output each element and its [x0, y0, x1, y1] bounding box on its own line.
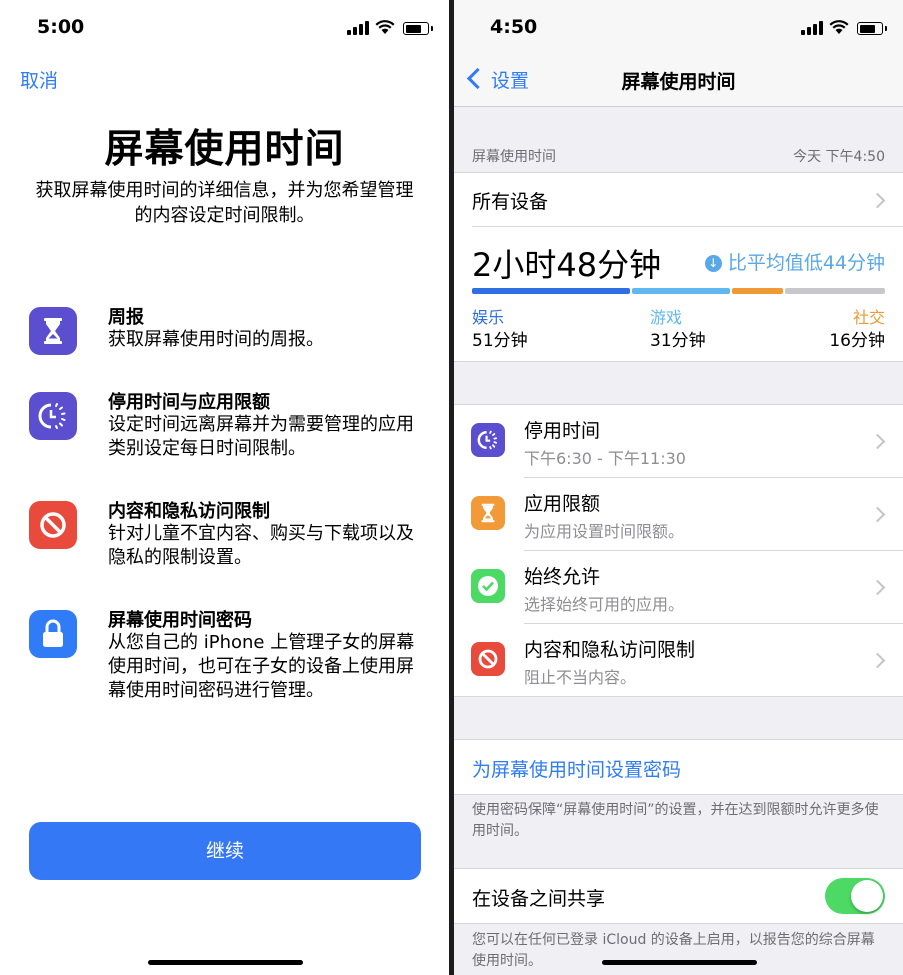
- row-subtitle: 选择始终可用的应用。: [524, 595, 685, 614]
- screen-time-settings: 4:50 设置 屏幕使用时间 屏幕使用时间 今天 下午4:50 所有设备 2小时…: [454, 0, 903, 975]
- share-toggle[interactable]: [825, 878, 885, 914]
- navigation-bar: 设置 屏幕使用时间: [454, 54, 903, 107]
- feature-desc: 从您自己的 iPhone 上管理子女的屏幕使用时间，也可在子女的设备上使用屏幕使…: [108, 632, 415, 701]
- status-bar: 4:50: [454, 0, 903, 54]
- battery-icon: [857, 22, 887, 35]
- share-label: 在设备之间共享: [472, 888, 606, 910]
- restriction-icon: [471, 642, 505, 676]
- restriction-icon: [29, 501, 77, 549]
- total-usage: 2小时48分钟: [472, 246, 662, 284]
- all-devices-label: 所有设备: [472, 191, 549, 213]
- category-name: 社交: [852, 308, 885, 327]
- chevron-right-icon: [869, 579, 886, 596]
- feature-desc: 获取屏幕使用时间的周报。: [108, 329, 324, 350]
- chevron-right-icon: [869, 192, 886, 209]
- status-time: 5:00: [37, 16, 85, 38]
- row-always-allowed[interactable]: 始终允许 选择始终可用的应用。: [454, 551, 903, 623]
- status-time: 4:50: [490, 16, 538, 38]
- feature-title: 周报: [108, 307, 144, 328]
- row-subtitle: 下午6:30 - 下午11:30: [524, 449, 686, 468]
- section-timestamp: 今天 下午4:50: [793, 149, 885, 165]
- lock-icon: [29, 610, 77, 658]
- checkmark-icon: [471, 569, 505, 603]
- passcode-note: 使用密码保障“屏幕使用时间”的设置，并在达到限额时允许更多使用时间。: [472, 802, 879, 839]
- chevron-right-icon: [869, 433, 886, 450]
- signal-icon: [347, 30, 351, 35]
- comparison-text: 比平均值低44分钟: [727, 252, 885, 274]
- row-content-privacy[interactable]: 内容和隐私访问限制 阻止不当内容。: [454, 624, 903, 696]
- usage-summary: 所有设备 2小时48分钟 ↓ 比平均值低44分钟 娱乐 51分钟 游戏 31分钟 …: [454, 172, 903, 362]
- row-app-limits[interactable]: 应用限额 为应用设置时间限额。: [454, 478, 903, 550]
- all-devices-row[interactable]: 所有设备: [454, 173, 903, 226]
- hourglass-icon: [471, 496, 505, 530]
- row-title: 始终允许: [524, 566, 601, 588]
- set-passcode-link[interactable]: 为屏幕使用时间设置密码: [472, 755, 681, 782]
- continue-button[interactable]: 继续: [29, 822, 421, 880]
- category-value: 16分钟: [829, 331, 885, 351]
- chevron-right-icon: [869, 506, 886, 523]
- bar-entertainment: [472, 288, 630, 294]
- row-title: 内容和隐私访问限制: [524, 639, 696, 661]
- category-name: 游戏: [650, 308, 683, 327]
- status-icons: [801, 19, 887, 37]
- page-title: 屏幕使用时间: [104, 127, 345, 172]
- status-bar: 5:00: [0, 0, 449, 54]
- share-note: 您可以在任何已登录 iCloud 的设备上启用，以报告您的综合屏幕使用时间。: [472, 932, 875, 969]
- section-header: 屏幕使用时间 今天 下午4:50: [472, 146, 885, 166]
- category-value: 31分钟: [650, 331, 706, 351]
- chevron-right-icon: [869, 652, 886, 669]
- row-downtime[interactable]: 停用时间 下午6:30 - 下午11:30: [454, 405, 903, 477]
- arrow-down-icon: ↓: [704, 255, 722, 272]
- settings-list: 停用时间 下午6:30 - 下午11:30 应用限额 为应用设置时间限额。 始终…: [454, 404, 903, 697]
- row-subtitle: 为应用设置时间限额。: [524, 522, 685, 541]
- hourglass-icon: [29, 307, 77, 355]
- signal-icon: [801, 30, 805, 35]
- battery-icon: [403, 22, 433, 35]
- bar-games: [632, 288, 730, 294]
- home-indicator: [601, 960, 757, 965]
- average-comparison: ↓ 比平均值低44分钟: [704, 248, 885, 275]
- passcode-row[interactable]: 为屏幕使用时间设置密码: [454, 739, 903, 795]
- page-subtitle: 获取屏幕使用时间的详细信息，并为您希望管理的内容设定时间限制。: [35, 180, 414, 226]
- row-subtitle: 阻止不当内容。: [524, 668, 637, 687]
- feature-title: 屏幕使用时间密码: [108, 610, 252, 631]
- category-value: 51分钟: [472, 331, 528, 351]
- share-row: 在设备之间共享: [454, 868, 903, 924]
- downtime-icon: [29, 392, 77, 440]
- row-title: 停用时间: [524, 420, 601, 442]
- cancel-button[interactable]: 取消: [20, 66, 58, 93]
- status-icons: [347, 19, 433, 37]
- wifi-icon: [829, 20, 849, 34]
- feature-title: 停用时间与应用限额: [108, 392, 270, 413]
- feature-title: 内容和隐私访问限制: [108, 501, 270, 522]
- wifi-icon: [375, 20, 395, 34]
- downtime-icon: [471, 423, 505, 457]
- bar-social: [732, 288, 783, 294]
- bar-other: [785, 288, 885, 294]
- row-title: 应用限额: [524, 493, 601, 515]
- category-name: 娱乐: [472, 308, 505, 327]
- nav-title: 屏幕使用时间: [621, 71, 736, 93]
- onboarding-screen: 5:00 取消 屏幕使用时间 获取屏幕使用时间的详细信息，并为您希望管理的内容设…: [0, 0, 449, 975]
- section-title: 屏幕使用时间: [472, 149, 556, 165]
- feature-desc: 设定时间远离屏幕并为需要管理的应用类别设定每日时间限制。: [108, 414, 414, 459]
- feature-desc: 针对儿童不宜内容、购买与下载项以及隐私的限制设置。: [108, 523, 414, 568]
- home-indicator: [147, 960, 303, 965]
